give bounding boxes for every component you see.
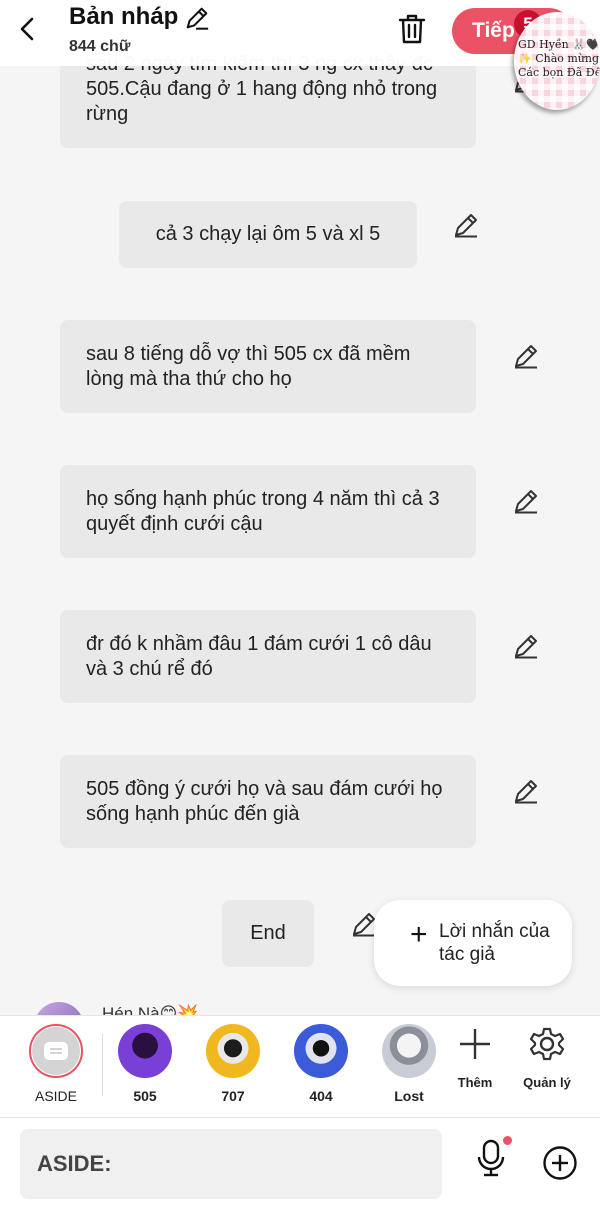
back-arrow-icon[interactable] [14, 14, 42, 44]
trash-icon[interactable] [396, 12, 428, 46]
edit-icon[interactable] [512, 487, 540, 515]
edit-icon[interactable] [452, 211, 480, 239]
character-lost[interactable]: Lost [374, 1024, 444, 1104]
character-aside[interactable]: ASIDE [21, 1024, 91, 1104]
message-input[interactable]: ASIDE: [20, 1129, 442, 1199]
composer-bar: ASIDE: [0, 1118, 600, 1210]
message-bubble[interactable]: đr đó k nhầm đâu 1 đám cưới 1 cô dâu và … [60, 610, 476, 703]
message-text: 505 đồng ý cưới họ và sau đám cưới họ số… [86, 778, 443, 825]
avatar [34, 1002, 84, 1015]
aside-avatar-inner [32, 1027, 80, 1075]
plus-icon [460, 1029, 490, 1059]
sticker-text: GD Hyền 🐰🖤 ✨ Chào mừng Các bọn Đã Đế [518, 38, 600, 80]
page-title[interactable]: Bản nháp [69, 3, 178, 31]
plus-icon: + [410, 918, 428, 951]
avatar [118, 1024, 172, 1078]
avatar [29, 1024, 83, 1078]
character-name: 404 [309, 1088, 333, 1104]
gear-icon [529, 1027, 565, 1061]
author-note-label: Lời nhắn của tác giả [439, 921, 550, 965]
message-text: End [250, 922, 286, 944]
character-name: ASIDE [34, 1088, 77, 1104]
edit-icon[interactable] [512, 342, 540, 370]
message-bubble[interactable]: End [222, 900, 314, 967]
sticker-line: ✨ Chào mừng [518, 52, 600, 65]
chat-bubble-icon [44, 1042, 68, 1060]
character-404[interactable]: 404 [286, 1024, 356, 1104]
character-name: Lost [394, 1088, 424, 1104]
edit-icon[interactable] [512, 632, 540, 660]
character-bar: ASIDE 505 707 404 Lost Thêm Quản lý [0, 1015, 600, 1118]
message-text: sau 8 tiếng dỗ vợ thì 505 cx đã mềm lòng… [86, 343, 411, 390]
add-character-label: Thêm [457, 1075, 493, 1090]
message-bubble[interactable]: sau 8 tiếng dỗ vợ thì 505 cx đã mềm lòng… [60, 320, 476, 413]
character-name: 707 [221, 1088, 245, 1104]
chat-area[interactable]: sau 2 ngày tìm kiếm thì 3 ng cx thấy đc … [0, 0, 600, 1015]
character-name: 505 [133, 1088, 157, 1104]
sticker-line: GD Hyền 🐰🖤 [518, 38, 600, 51]
character-name: Hén Nà😊💥 [102, 1004, 199, 1015]
top-bar: Bản nháp 844 chữ Tiếp 5 GD Hyền 🐰🖤 ✨ Chà… [0, 0, 600, 110]
add-circle-icon[interactable] [542, 1145, 578, 1181]
add-character-button[interactable]: Thêm [450, 1026, 500, 1090]
message-bubble[interactable]: họ sống hạnh phúc trong 4 năm thì cả 3 q… [60, 465, 476, 558]
message-text: đr đó k nhầm đâu 1 đám cưới 1 cô dâu và … [86, 633, 432, 680]
character-505[interactable]: 505 [110, 1024, 180, 1104]
avatar [294, 1024, 348, 1078]
message-bubble[interactable]: cả 3 chạy lại ôm 5 và xl 5 [119, 201, 417, 268]
word-count: 844 chữ [69, 38, 131, 55]
avatar [382, 1024, 436, 1078]
character-707[interactable]: 707 [198, 1024, 268, 1104]
sticker-line: Các bọn Đã Đế [518, 66, 600, 79]
manage-characters-label: Quản lý [523, 1075, 571, 1090]
message-input-value: ASIDE: [37, 1151, 112, 1176]
avatar [206, 1024, 260, 1078]
edit-icon[interactable] [512, 777, 540, 805]
edit-title-icon[interactable] [184, 5, 210, 31]
next-button-label: Tiếp [472, 19, 515, 42]
sticker-bubble[interactable]: GD Hyền 🐰🖤 ✨ Chào mừng Các bọn Đã Đế [514, 12, 600, 110]
message-text: cả 3 chạy lại ôm 5 và xl 5 [155, 223, 381, 245]
recording-dot [503, 1136, 512, 1145]
microphone-icon[interactable] [475, 1138, 507, 1178]
author-note-button[interactable]: + Lời nhắn của tác giả [374, 900, 572, 986]
message-bubble[interactable]: 505 đồng ý cưới họ và sau đám cưới họ số… [60, 755, 476, 848]
manage-characters-button[interactable]: Quản lý [518, 1026, 576, 1090]
divider [102, 1034, 103, 1096]
message-text: họ sống hạnh phúc trong 4 năm thì cả 3 q… [86, 488, 440, 535]
